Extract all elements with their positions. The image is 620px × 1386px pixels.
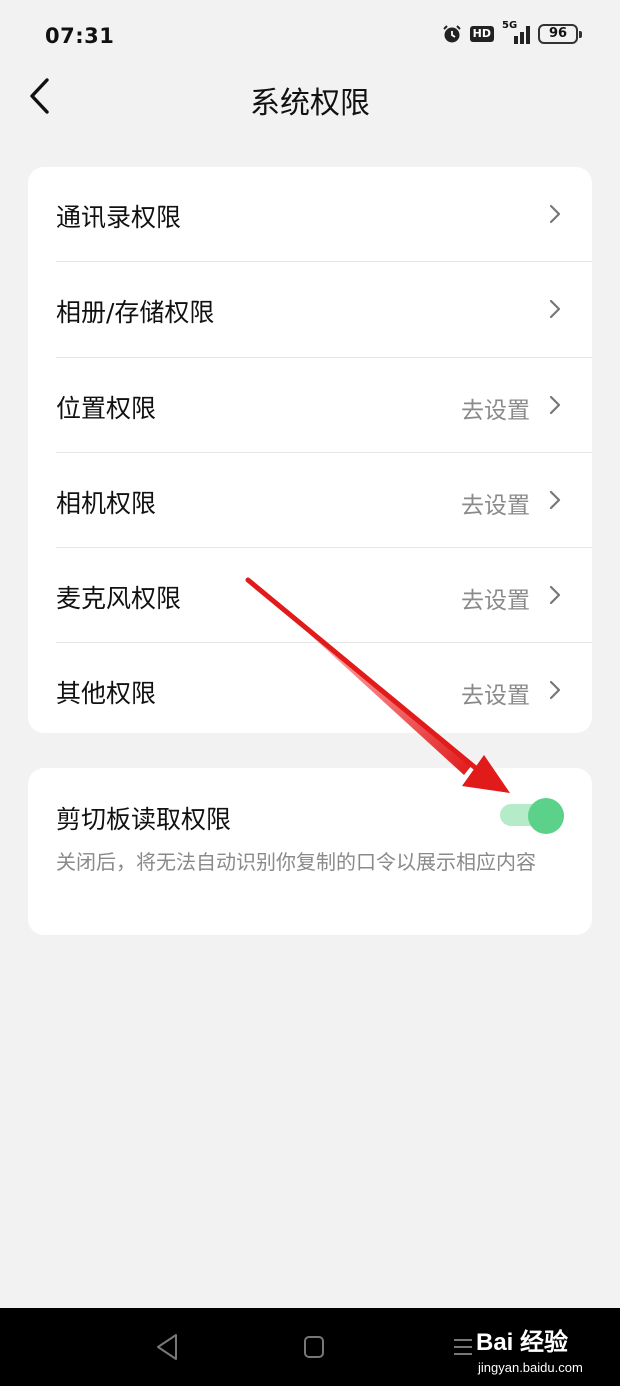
permissions-card: 通讯录权限 相册/存储权限 位置权限 去设置 相机权限 去设置 麦克风权限 去设… xyxy=(28,167,592,733)
alarm-clock-icon xyxy=(442,25,461,43)
battery-icon: 96 xyxy=(538,24,582,44)
permission-row-storage[interactable]: 相册/存储权限 xyxy=(56,261,592,356)
battery-level: 96 xyxy=(538,24,578,44)
permission-action: 去设置 xyxy=(461,683,530,710)
permission-action: 去设置 xyxy=(461,588,530,615)
status-time: 07:31 xyxy=(45,24,115,48)
chevron-right-icon xyxy=(549,395,561,414)
permission-label: 通讯录权限 xyxy=(56,203,182,232)
permission-label: 相机权限 xyxy=(56,488,157,518)
chevron-right-icon xyxy=(549,300,561,319)
nav-recents-icon[interactable] xyxy=(452,1334,474,1360)
status-icons: HD 5G 96 xyxy=(442,20,582,44)
chevron-right-icon xyxy=(549,681,561,700)
clipboard-card: 剪切板读取权限 关闭后，将无法自动识别你复制的口令以展示相应内容 xyxy=(28,768,592,935)
watermark-logo: Bai 经验 xyxy=(476,1329,569,1356)
baidu-jingyan-watermark: Bai 经验 jingyan.baidu.com xyxy=(476,1322,616,1378)
nav-home-icon[interactable] xyxy=(302,1334,326,1360)
clipboard-title: 剪切板读取权限 xyxy=(56,805,232,834)
permission-label: 相册/存储权限 xyxy=(56,298,215,328)
permission-label: 麦克风权限 xyxy=(56,584,182,614)
permission-row-contacts[interactable]: 通讯录权限 xyxy=(28,167,592,261)
permission-action: 去设置 xyxy=(461,397,530,424)
permission-row-microphone[interactable]: 麦克风权限 去设置 xyxy=(56,547,592,642)
permission-action: 去设置 xyxy=(461,492,530,519)
toggle-thumb xyxy=(528,798,564,834)
permission-label: 其他权限 xyxy=(56,679,157,709)
chevron-right-icon xyxy=(549,204,561,224)
page-title: 系统权限 xyxy=(250,86,370,121)
signal-icon: 5G xyxy=(502,20,530,44)
permission-row-other[interactable]: 其他权限 去设置 xyxy=(56,642,592,737)
system-navigation-bar: Bai 经验 jingyan.baidu.com xyxy=(0,1308,620,1386)
header: 系统权限 xyxy=(0,60,620,130)
chevron-right-icon xyxy=(549,586,561,605)
watermark-site: jingyan.baidu.com xyxy=(478,1360,583,1375)
permission-row-location[interactable]: 位置权限 去设置 xyxy=(56,356,592,452)
chevron-right-icon xyxy=(549,490,561,509)
nav-back-icon[interactable] xyxy=(154,1332,180,1362)
clipboard-description: 关闭后，将无法自动识别你复制的口令以展示相应内容 xyxy=(56,850,536,874)
network-type: 5G xyxy=(502,20,518,31)
permission-label: 位置权限 xyxy=(56,393,157,423)
hd-badge: HD xyxy=(469,26,494,42)
clipboard-toggle[interactable] xyxy=(500,798,564,834)
permission-row-camera[interactable]: 相机权限 去设置 xyxy=(56,451,592,547)
